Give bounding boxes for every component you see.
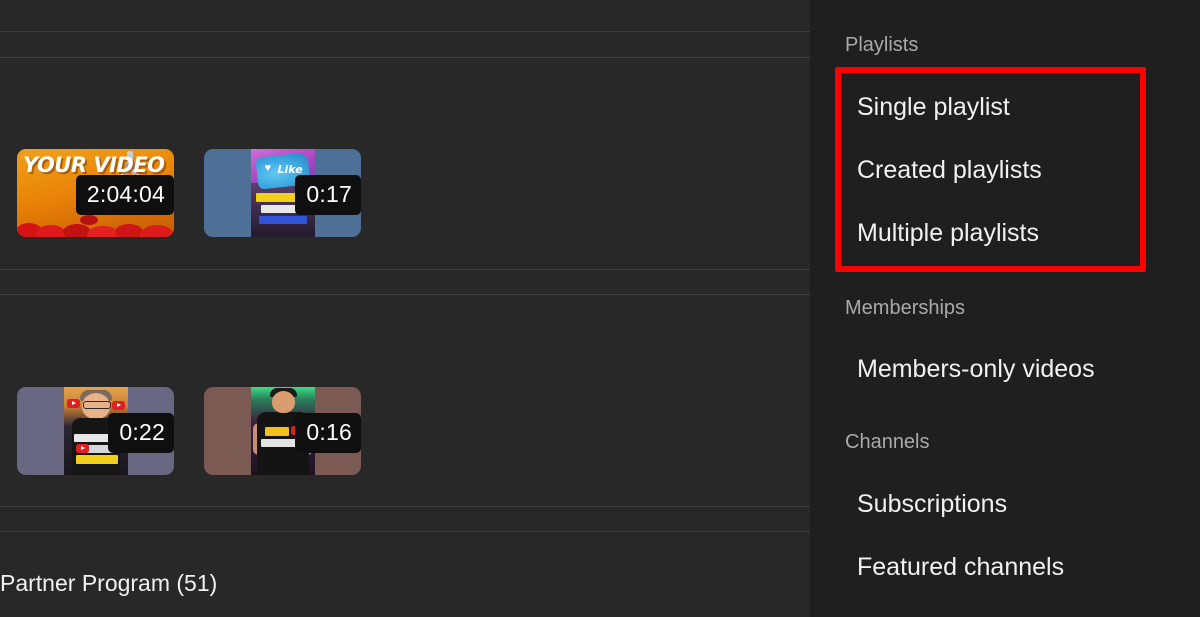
play-badge-icon — [66, 399, 80, 408]
video-duration: 2:04:04 — [75, 175, 174, 215]
video-thumbnail[interactable]: YOUR VIDEO 2:04:04 — [17, 149, 174, 237]
video-duration: 0:16 — [295, 413, 361, 453]
row-divider — [0, 269, 810, 270]
row-divider — [0, 506, 810, 507]
cherries-graphic — [17, 215, 173, 237]
app-root: YOUR VIDEO 2:04:04 ♥ Like 0:17 0:22 0:16… — [0, 0, 1200, 617]
sidebar-section-header-memberships: Memberships — [845, 297, 966, 319]
row-divider — [0, 31, 810, 32]
video-row: YOUR VIDEO 2:04:04 ♥ Like 0:17 — [17, 149, 391, 237]
heart-icon: ♥ — [264, 162, 272, 174]
thumbnail-overlay-text: YOUR VIDEO — [23, 153, 165, 177]
video-duration: 0:17 — [295, 175, 361, 215]
sidebar-item-featured-channels[interactable]: Featured channels — [857, 553, 1064, 582]
sidebar-item-single-playlist[interactable]: Single playlist — [857, 93, 1010, 122]
content-panel: YOUR VIDEO 2:04:04 ♥ Like 0:17 0:22 0:16… — [0, 0, 810, 617]
video-thumbnail[interactable]: 0:22 — [17, 387, 174, 475]
glasses-icon — [82, 401, 111, 409]
video-duration: 0:22 — [108, 413, 174, 453]
row-divider — [0, 294, 810, 295]
partner-program-label: Partner Program (51) — [0, 570, 218, 596]
sidebar: Playlists Single playlist Created playli… — [810, 0, 1200, 617]
play-badge-icon — [75, 444, 89, 453]
sidebar-item-multiple-playlists[interactable]: Multiple playlists — [857, 219, 1039, 248]
sidebar-item-members-only-videos[interactable]: Members-only videos — [857, 355, 1095, 384]
video-thumbnail[interactable]: ♥ Like 0:17 — [204, 149, 361, 237]
sidebar-item-created-playlists[interactable]: Created playlists — [857, 156, 1042, 185]
row-divider — [0, 57, 810, 58]
video-row: 0:22 0:16 — [17, 387, 391, 475]
sidebar-item-subscriptions[interactable]: Subscriptions — [857, 490, 1007, 519]
sidebar-section-header-playlists: Playlists — [845, 34, 919, 56]
row-divider — [0, 531, 810, 532]
play-badge-icon — [111, 401, 125, 410]
video-thumbnail[interactable]: 0:16 — [204, 387, 361, 475]
sidebar-section-header-channels: Channels — [845, 431, 930, 453]
